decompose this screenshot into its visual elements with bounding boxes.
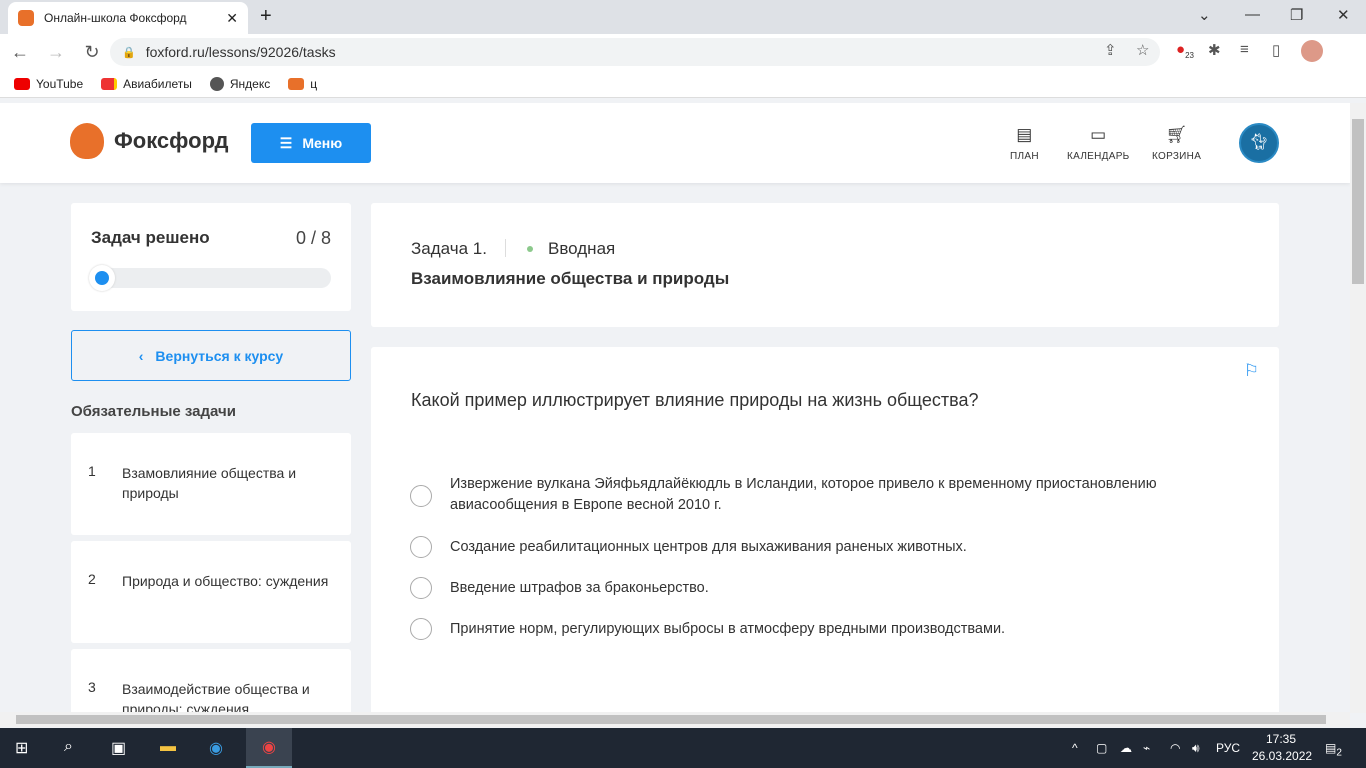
progress-card: Задач решено 0 / 8 bbox=[71, 203, 351, 311]
bookmark-youtube[interactable]: YouTube bbox=[14, 77, 83, 91]
browser-toolbar: ← → ↻ 🔒 foxford.ru/lessons/92026/tasks ⇪ … bbox=[0, 34, 1366, 70]
globe-icon bbox=[209, 76, 224, 91]
lock-icon: 🔒 bbox=[122, 46, 136, 59]
forward-icon[interactable]: → bbox=[40, 42, 72, 63]
extensions-puzzle-icon[interactable]: ✱ bbox=[1208, 41, 1221, 59]
bookmark-c[interactable]: ц bbox=[288, 77, 317, 91]
volume-icon[interactable]: 🔊︎ bbox=[1192, 741, 1200, 756]
answer-option[interactable]: Создание реабилитационных центров для вы… bbox=[410, 536, 1230, 558]
list-icon: ☰ bbox=[279, 134, 293, 151]
back-icon[interactable]: ← bbox=[4, 42, 36, 63]
nav-calendar[interactable]: ▭ КАЛЕНДАРЬ bbox=[1067, 125, 1130, 162]
bookmark-yandex[interactable]: Яндекс bbox=[209, 76, 270, 91]
language-indicator[interactable]: РУС bbox=[1216, 741, 1240, 755]
task-type: Вводная bbox=[548, 239, 616, 258]
logo[interactable]: Фоксфорд bbox=[70, 123, 228, 159]
foxford-icon bbox=[288, 77, 305, 90]
radio-button[interactable] bbox=[410, 485, 432, 507]
vertical-scrollbar[interactable] bbox=[1350, 103, 1366, 713]
close-window-button[interactable]: ✕ bbox=[1337, 6, 1350, 24]
close-tab-icon[interactable]: ✕ bbox=[226, 10, 238, 27]
notifications-icon[interactable]: ▤2 bbox=[1325, 741, 1342, 758]
back-to-course-button[interactable]: ‹ Вернуться к курсу bbox=[71, 330, 351, 381]
bookmark-aviabilety[interactable]: Авиабилеты bbox=[101, 77, 192, 91]
menu-button[interactable]: ☰ Меню bbox=[251, 123, 371, 163]
nav-cart[interactable]: 🛒︎ КОРЗИНА bbox=[1152, 125, 1201, 162]
windows-taskbar: ⊞ ⌕ ▣ ▬ ◉ ◉ ^ ▢ ☁ ⌁ ◠ 🔊︎ РУС 17:35 26.03… bbox=[0, 728, 1366, 768]
task-number: Задача 1. bbox=[411, 239, 487, 258]
search-icon[interactable]: ⌕ bbox=[64, 738, 73, 756]
task-title: Взаимовлияние общества и природы bbox=[411, 269, 730, 288]
tray-chevron-icon[interactable]: ^ bbox=[1072, 741, 1078, 755]
section-title: Обязательные задачи bbox=[71, 403, 236, 420]
chrome-icon[interactable]: ◉ bbox=[246, 728, 292, 768]
new-tab-button[interactable]: + bbox=[260, 5, 272, 28]
tab-bar: Онлайн-школа Фоксфорд ✕ + ⌄ — ❐ ✕ bbox=[0, 0, 1366, 34]
progress-count: 0 / 8 bbox=[295, 228, 331, 248]
task-list-item[interactable]: 3 Взаимодействие общества и природы: сужд… bbox=[71, 649, 351, 713]
minimize-button[interactable]: — bbox=[1245, 6, 1260, 23]
tab-title: Онлайн-школа Фоксфорд bbox=[44, 11, 187, 25]
camera-icon[interactable]: ▢ bbox=[1096, 741, 1107, 755]
task-view-icon[interactable]: ▣ bbox=[111, 738, 126, 758]
task-list-item[interactable]: 1 Взамовлияние общества и природы bbox=[71, 433, 351, 535]
question-card: ⚐ Какой пример иллюстрирует влияние прир… bbox=[371, 347, 1279, 713]
windows-start-icon[interactable]: ⊞ bbox=[15, 738, 28, 758]
flag-icon[interactable]: ⚐ bbox=[1244, 361, 1259, 381]
answer-option[interactable]: Принятие норм, регулирующих выбросы в ат… bbox=[410, 618, 1230, 640]
site-header: Фоксфорд ☰ Меню ▤ ПЛАН ▭ КАЛЕНДАРЬ 🛒︎ КОРЗИН… bbox=[0, 103, 1350, 183]
page-content: Фоксфорд ☰ Меню ▤ ПЛАН ▭ КАЛЕНДАРЬ 🛒︎ КОРЗИН… bbox=[0, 103, 1350, 713]
fox-logo-icon bbox=[70, 123, 104, 159]
reload-icon[interactable]: ↻ bbox=[76, 42, 108, 63]
status-dot bbox=[527, 246, 533, 252]
share-icon[interactable]: ⇪ bbox=[1104, 41, 1117, 59]
wifi-icon[interactable]: ◠ bbox=[1170, 741, 1180, 755]
radio-button[interactable] bbox=[410, 577, 432, 599]
maximize-button[interactable]: ❐ bbox=[1290, 6, 1303, 24]
onedrive-icon[interactable]: ☁ bbox=[1120, 741, 1132, 755]
calendar-icon: ▭ bbox=[1090, 125, 1107, 144]
horizontal-scrollbar[interactable] bbox=[0, 712, 1350, 727]
chevron-left-icon: ‹ bbox=[138, 347, 144, 364]
address-bar[interactable]: 🔒 foxford.ru/lessons/92026/tasks bbox=[110, 38, 1160, 66]
progress-label: Задач решено bbox=[91, 228, 210, 247]
progress-bar bbox=[89, 265, 331, 291]
power-icon[interactable]: ⌁ bbox=[1143, 741, 1150, 755]
reading-list-icon[interactable]: ≡ bbox=[1240, 41, 1249, 58]
question-text: Какой пример иллюстрирует влияние природ… bbox=[411, 390, 979, 410]
side-panel-icon[interactable]: ▯ bbox=[1272, 41, 1280, 59]
bookmark-star-icon[interactable]: ☆ bbox=[1136, 41, 1149, 59]
youtube-icon bbox=[14, 77, 30, 90]
radio-button[interactable] bbox=[410, 536, 432, 558]
cart-icon: 🛒︎ bbox=[1165, 125, 1188, 144]
profile-avatar[interactable] bbox=[1301, 40, 1323, 62]
answer-option[interactable]: Извержение вулкана Эйяфьядлайёкюдль в Ис… bbox=[410, 474, 1230, 516]
user-avatar[interactable]: 🐈︎ bbox=[1239, 123, 1279, 163]
file-explorer-icon[interactable]: ▬ bbox=[160, 738, 176, 756]
browser-tab[interactable]: Онлайн-школа Фоксфорд ✕ bbox=[8, 2, 248, 34]
edge-icon[interactable]: ◉ bbox=[209, 738, 223, 758]
aviabilety-icon bbox=[101, 77, 118, 90]
clock-date[interactable]: 26.03.2022 bbox=[1252, 749, 1312, 763]
bookmarks-bar: YouTube Авиабилеты Яндекс ц bbox=[0, 70, 1366, 98]
foxford-favicon-icon bbox=[18, 10, 34, 26]
extension-icon[interactable]: ●23 bbox=[1176, 41, 1194, 60]
tab-search-icon[interactable]: ⌄ bbox=[1198, 6, 1211, 24]
nav-plan[interactable]: ▤ ПЛАН bbox=[1010, 125, 1039, 162]
document-icon: ▤ bbox=[1016, 125, 1033, 144]
task-list-item[interactable]: 2 Природа и общество: суждения bbox=[71, 541, 351, 643]
clock-time[interactable]: 17:35 bbox=[1266, 732, 1296, 746]
answer-option[interactable]: Введение штрафов за браконьерство. bbox=[410, 577, 1230, 599]
task-header-card: Задача 1. Вводная Взаимовлияние общества… bbox=[371, 203, 1279, 327]
radio-button[interactable] bbox=[410, 618, 432, 640]
url-text: foxford.ru/lessons/92026/tasks bbox=[145, 44, 336, 60]
